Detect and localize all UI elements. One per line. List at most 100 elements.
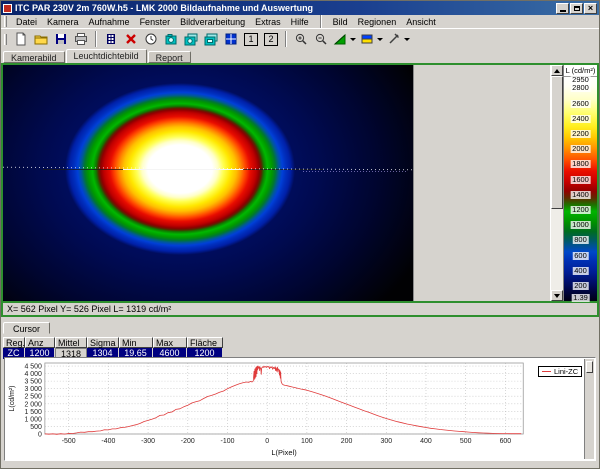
menu-group-divider	[320, 15, 322, 28]
luminance-panel: L (cd/m²) 2950 2800 2600 2400 2200 2000 …	[1, 63, 599, 317]
open-file-button[interactable]	[31, 30, 51, 48]
col-flaeche[interactable]: Fläche	[187, 337, 223, 348]
menu-datei[interactable]: Datei	[11, 16, 42, 28]
measure-tool-dropdown-button[interactable]	[385, 30, 412, 48]
color-scale-gradient: 2950 2800 2600 2400 2200 2000 1800 1600 …	[564, 77, 597, 301]
scale-tick: 1600	[570, 176, 591, 184]
svg-text:4 000: 4 000	[24, 371, 42, 378]
chart-scrollbar[interactable]	[584, 359, 594, 459]
new-document-button[interactable]	[11, 30, 31, 48]
capture-time-icon	[144, 32, 158, 46]
svg-text:0: 0	[265, 438, 269, 445]
title-bar[interactable]: ITC PAR 230V 2m 760W.h5 - LMK 2000 Bilda…	[1, 1, 599, 15]
menu-regionen[interactable]: Regionen	[353, 16, 402, 28]
tab-kamerabild[interactable]: Kamerabild	[3, 51, 65, 63]
menu-kamera[interactable]: Kamera	[42, 16, 84, 28]
app-icon	[3, 4, 12, 13]
color-scale: L (cd/m²) 2950 2800 2600 2400 2200 2000 …	[563, 65, 597, 301]
palette-dropdown-button[interactable]	[358, 30, 385, 48]
scaling-curve-icon	[333, 32, 347, 46]
menu-bild[interactable]: Bild	[328, 16, 353, 28]
scale-tick: 1800	[570, 160, 591, 168]
toolbar-separator	[285, 31, 287, 47]
col-max[interactable]: Max	[153, 337, 187, 348]
col-anz[interactable]: Anz	[25, 337, 55, 348]
palette-icon	[360, 32, 374, 46]
scale-tick: 600	[572, 252, 589, 260]
profile-chart: 05001 0001 5002 0002 5003 0003 5004 0004…	[5, 358, 595, 460]
capture-image-icon	[104, 32, 118, 46]
svg-text:500: 500	[460, 438, 472, 445]
svg-text:2 500: 2 500	[24, 394, 42, 401]
toolbar-drag-handle[interactable]	[4, 16, 7, 27]
luminance-image[interactable]	[3, 65, 413, 301]
col-min[interactable]: Min	[119, 337, 153, 348]
svg-text:3 500: 3 500	[24, 379, 42, 386]
minimize-button[interactable]	[556, 3, 569, 14]
restore-button[interactable]	[570, 3, 583, 14]
svg-text:-100: -100	[221, 438, 235, 445]
svg-text:1 500: 1 500	[24, 409, 42, 416]
copy-image-stack-button[interactable]	[201, 30, 221, 48]
col-reg[interactable]: Reg.	[3, 337, 25, 348]
timed-capture-button[interactable]	[141, 30, 161, 48]
scale-tick: 400	[572, 267, 589, 275]
view-2-button[interactable]: 2	[261, 30, 281, 48]
menu-hilfe[interactable]: Hilfe	[286, 16, 314, 28]
col-mittel[interactable]: Mittel	[55, 337, 87, 348]
cancel-capture-button[interactable]	[121, 30, 141, 48]
toolbar-drag-handle[interactable]	[4, 34, 7, 45]
scaling-dropdown-button[interactable]	[331, 30, 358, 48]
svg-text:0: 0	[38, 431, 42, 438]
menu-extras[interactable]: Extras	[250, 16, 286, 28]
scrollbar-track[interactable]	[551, 76, 563, 290]
svg-text:L(Pixel): L(Pixel)	[271, 448, 297, 457]
image-vertical-scrollbar[interactable]	[550, 65, 563, 301]
scale-tick: 800	[572, 236, 589, 244]
scale-tick: 1200	[570, 206, 591, 214]
capture-image-button[interactable]	[101, 30, 121, 48]
menu-ansicht[interactable]: Ansicht	[401, 16, 441, 28]
svg-text:1 000: 1 000	[24, 416, 42, 423]
tile-windows-button[interactable]	[221, 30, 241, 48]
legend-label: Lini-ZC	[554, 367, 578, 376]
tab-report[interactable]: Report	[148, 51, 191, 63]
save-button[interactable]	[51, 30, 71, 48]
profile-chart-panel: 05001 0001 5002 0002 5003 0003 5004 0004…	[4, 357, 596, 461]
scale-tick: 200	[572, 282, 589, 290]
tab-leuchtdichtebild[interactable]: Leuchtdichtebild	[66, 49, 147, 63]
chart-legend: Lini-ZC	[538, 366, 582, 377]
open-folder-icon	[34, 32, 48, 46]
arrow-up-icon	[554, 69, 560, 73]
copy-image-button[interactable]	[161, 30, 181, 48]
cursor-section: Cursor Reg. Anz Mittel Sigma Min Max Flä…	[1, 317, 599, 355]
copy-image-cascade-icon	[184, 32, 198, 46]
menu-fenster[interactable]: Fenster	[135, 16, 176, 28]
image-viewport-filler	[413, 65, 550, 301]
close-button[interactable]: ×	[584, 3, 597, 14]
table-header-row: Reg. Anz Mittel Sigma Min Max Fläche	[3, 337, 599, 348]
scrollbar-thumb[interactable]	[551, 76, 563, 209]
minimize-icon	[560, 10, 566, 12]
col-sigma[interactable]: Sigma	[87, 337, 119, 348]
svg-text:3 000: 3 000	[24, 386, 42, 393]
svg-text:-500: -500	[62, 438, 76, 445]
view-1-button[interactable]: 1	[241, 30, 261, 48]
svg-text:4 500: 4 500	[24, 364, 42, 371]
zoom-in-button[interactable]	[291, 30, 311, 48]
menu-aufnahme[interactable]: Aufnahme	[84, 16, 135, 28]
zoom-out-button[interactable]	[311, 30, 331, 48]
new-document-icon	[14, 32, 28, 46]
zoom-in-icon	[294, 32, 308, 46]
scale-tick: 1400	[570, 191, 591, 199]
copy-image-cascade-button[interactable]	[181, 30, 201, 48]
print-button[interactable]	[71, 30, 91, 48]
toolbar-separator	[95, 31, 97, 47]
chart-scrollbar-thumb[interactable]	[586, 361, 593, 373]
tab-cursor[interactable]: Cursor	[3, 322, 50, 334]
scale-tick: 1000	[570, 221, 591, 229]
scroll-down-button[interactable]	[551, 290, 563, 301]
menu-bildverarbeitung[interactable]: Bildverarbeitung	[175, 16, 250, 28]
copy-image-stack-icon	[204, 32, 218, 46]
scroll-up-button[interactable]	[551, 65, 563, 76]
